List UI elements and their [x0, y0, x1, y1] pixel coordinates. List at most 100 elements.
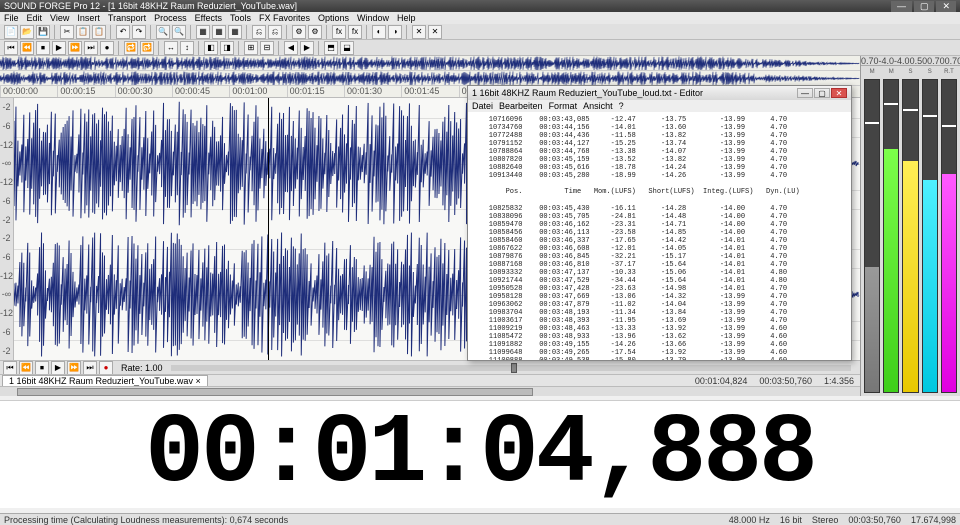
text-editor-window[interactable]: 1 16bit 48KHZ Raum Reduziert_YouTube_lou… [467, 85, 852, 361]
toolbar-button[interactable]: 🔁 [124, 41, 138, 55]
timeline-tick: 00:01:00 [229, 86, 286, 97]
toolbar-button[interactable]: 🔍 [172, 25, 186, 39]
editor-body[interactable]: 10716096 00:03:43,085 -12.47 -13.75 -13.… [468, 112, 851, 360]
scrollbar-thumb[interactable] [17, 388, 533, 396]
toolbar-button[interactable]: ⏩ [68, 41, 82, 55]
toolbar-button[interactable]: ↷ [132, 25, 146, 39]
timeline-tick: 00:00:30 [115, 86, 172, 97]
status-message: Processing time (Calculating Loudness me… [4, 515, 288, 525]
toolbar-button[interactable]: ⬓ [340, 41, 354, 55]
editor-menu-format[interactable]: Format [549, 101, 578, 111]
level-meter: M [864, 69, 880, 393]
toolbar-button[interactable]: 🔂 [140, 41, 154, 55]
timeline-tick: 00:00:45 [172, 86, 229, 97]
toolbar-button[interactable]: ⏭ [84, 41, 98, 55]
menu-insert[interactable]: Insert [77, 13, 100, 23]
app-title: SOUND FORGE Pro 12 - [1 16bit 48KHZ Raum… [4, 1, 297, 11]
maximize-button[interactable]: ▢ [914, 1, 935, 12]
minimize-button[interactable]: — [891, 1, 912, 12]
toolbar-button[interactable]: ↕ [180, 41, 194, 55]
menu-window[interactable]: Window [357, 13, 389, 23]
editor-minimize-button[interactable]: — [797, 88, 813, 98]
stop-button[interactable]: ⏹ [35, 361, 49, 375]
goto-end-button[interactable]: ⏭ [83, 361, 97, 375]
toolbar-button[interactable]: ✕ [412, 25, 426, 39]
horizontal-scrollbar[interactable] [0, 386, 860, 396]
toolbar-button[interactable]: ↔ [164, 41, 178, 55]
toolbar-button[interactable]: fx [332, 25, 346, 39]
editor-menu-ansicht[interactable]: Ansicht [583, 101, 613, 111]
channel-scale-left: -2-6-12-∞-12-6-2 [0, 98, 14, 229]
toolbar-button[interactable]: ⬒ [324, 41, 338, 55]
toolbar-button[interactable]: ⚙ [308, 25, 322, 39]
status-samplerate: 48.000 Hz [729, 515, 770, 525]
menubar: File Edit View Insert Transport Process … [0, 12, 960, 24]
toolbar-button[interactable]: ◀ [284, 41, 298, 55]
toolbar-button[interactable]: ↶ [116, 25, 130, 39]
toolbar-button[interactable]: ▦ [196, 25, 210, 39]
toolbar-button[interactable]: ✂ [60, 25, 74, 39]
toolbar-button[interactable]: ⎌ [252, 25, 266, 39]
toolbar-button[interactable]: ▦ [212, 25, 226, 39]
toolbar-button[interactable]: ⏹ [36, 41, 50, 55]
toolbar-button[interactable]: ⊞ [244, 41, 258, 55]
toolbar-button[interactable]: ◨ [220, 41, 234, 55]
toolbar-button[interactable]: ● [100, 41, 114, 55]
level-meter: S [922, 69, 938, 393]
goto-start-button[interactable]: ⏮ [3, 361, 17, 375]
toolbar-button[interactable]: ▶ [52, 41, 66, 55]
active-tab[interactable]: 1 16bit 48KHZ Raum Reduziert_YouTube.wav… [2, 375, 208, 386]
toolbar-button[interactable]: 📂 [20, 25, 34, 39]
editor-maximize-button[interactable]: ▢ [814, 88, 830, 98]
menu-help[interactable]: Help [397, 13, 416, 23]
menu-options[interactable]: Options [318, 13, 349, 23]
menu-view[interactable]: View [50, 13, 69, 23]
editor-titlebar[interactable]: 1 16bit 48KHZ Raum Reduziert_YouTube_lou… [468, 86, 851, 100]
transport-bar: ⏮ ⏪ ⏹ ▶ ⏩ ⏭ ● Rate: 1.00 [0, 360, 860, 374]
toolbar-button[interactable]: ⏮ [4, 41, 18, 55]
menu-transport[interactable]: Transport [108, 13, 146, 23]
editor-menubar: Datei Bearbeiten Format Ansicht ? [468, 100, 851, 112]
menu-process[interactable]: Process [154, 13, 187, 23]
toolbar-button[interactable]: ⚙ [292, 25, 306, 39]
menu-fxfav[interactable]: FX Favorites [259, 13, 310, 23]
toolbar-2: ⏮⏪⏹▶⏩⏭●🔁🔂↔↕◧◨⊞⊟◀▶⬒⬓ [0, 40, 960, 56]
level-meter: M [883, 69, 899, 393]
editor-menu-help[interactable]: ? [619, 101, 624, 111]
play-button[interactable]: ▶ [51, 361, 65, 375]
toolbar-button[interactable]: 📄 [4, 25, 18, 39]
toolbar-button[interactable]: ✕ [428, 25, 442, 39]
toolbar-button[interactable]: 📋 [76, 25, 90, 39]
editor-menu-datei[interactable]: Datei [472, 101, 493, 111]
record-button[interactable]: ● [99, 361, 113, 375]
toolbar-button[interactable]: fx [348, 25, 362, 39]
toolbar-button[interactable]: ⊟ [260, 41, 274, 55]
editor-close-button[interactable]: ✕ [831, 88, 847, 98]
overview[interactable] [0, 56, 860, 86]
toolbar-button[interactable]: ◧ [204, 41, 218, 55]
big-time-display: 00:01:04,888 [0, 400, 960, 508]
document-tabs: 1 16bit 48KHZ Raum Reduziert_YouTube.wav… [0, 374, 860, 386]
editor-menu-bearbeiten[interactable]: Bearbeiten [499, 101, 543, 111]
toolbar-button[interactable]: ▦ [228, 25, 242, 39]
toolbar-button[interactable]: ⏪ [20, 41, 34, 55]
status-size: 17.674,998 [911, 515, 956, 525]
menu-edit[interactable]: Edit [27, 13, 43, 23]
window-controls: — ▢ ✕ [891, 1, 956, 12]
toolbar-button[interactable]: ⎌ [268, 25, 282, 39]
meter-bay: 0.70-4.0-4.00.500.700.70 MMSSR.T [860, 56, 960, 396]
close-button[interactable]: ✕ [936, 1, 956, 12]
toolbar-button[interactable]: ◐ [372, 25, 386, 39]
toolbar-button[interactable]: 🔍 [156, 25, 170, 39]
fastfwd-button[interactable]: ⏩ [67, 361, 81, 375]
toolbar-button[interactable]: ▶ [300, 41, 314, 55]
rewind-button[interactable]: ⏪ [19, 361, 33, 375]
rate-slider[interactable] [171, 365, 851, 371]
toolbar-button[interactable]: 📋 [92, 25, 106, 39]
status-channels: Stereo [812, 515, 839, 525]
toolbar-button[interactable]: 💾 [36, 25, 50, 39]
menu-effects[interactable]: Effects [195, 13, 222, 23]
menu-file[interactable]: File [4, 13, 19, 23]
menu-tools[interactable]: Tools [230, 13, 251, 23]
toolbar-button[interactable]: ◑ [388, 25, 402, 39]
